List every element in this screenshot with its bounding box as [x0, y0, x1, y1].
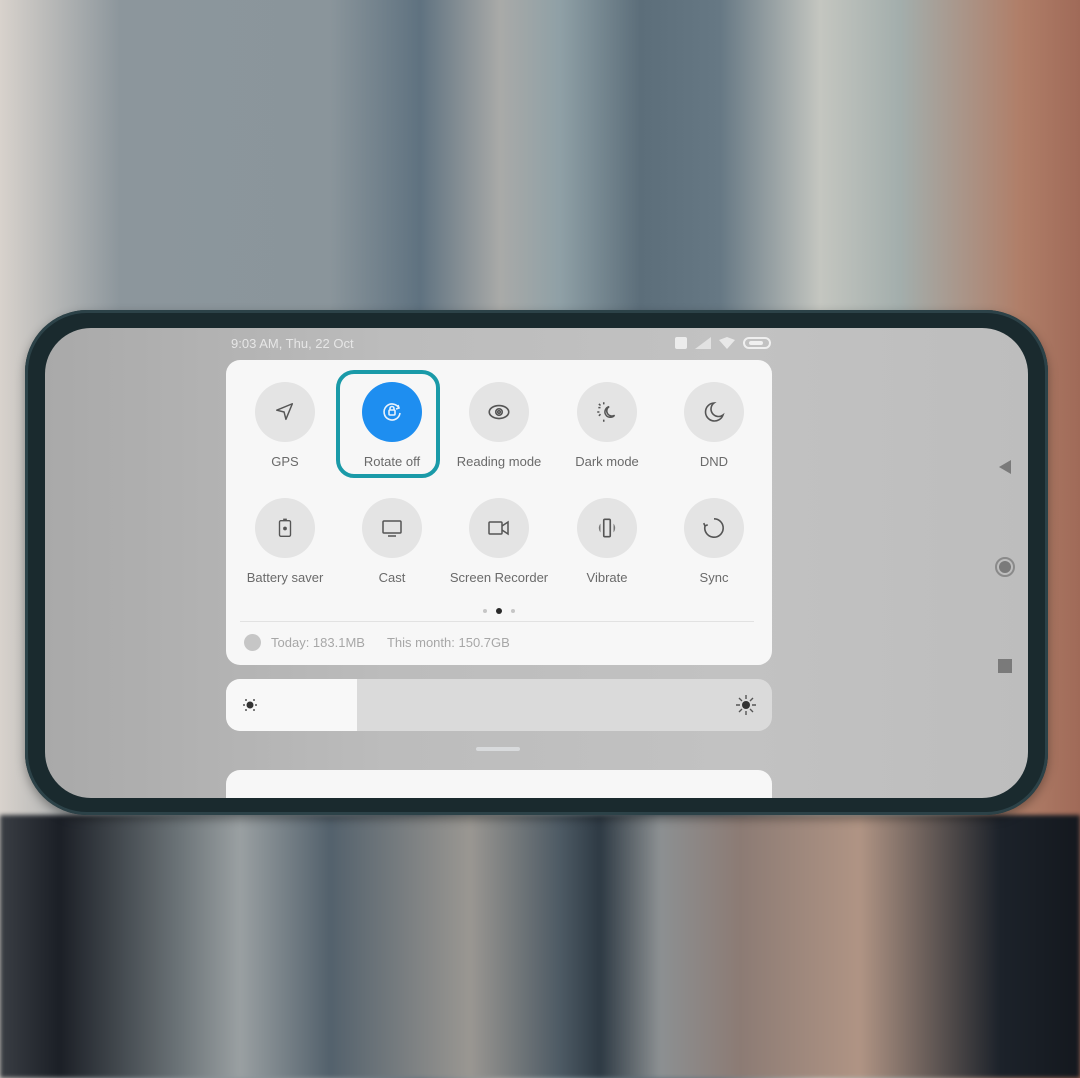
brightness-slider[interactable]: [226, 679, 772, 731]
data-usage-month: This month: 150.7GB: [386, 635, 510, 650]
brightness-low-icon: [243, 699, 257, 711]
sync-icon: [702, 517, 724, 538]
tile-reading-mode-label: Reading mode: [456, 454, 542, 469]
tile-vibrate[interactable]: Vibrate: [557, 498, 657, 598]
tile-dnd-button[interactable]: [684, 382, 744, 442]
vibrate-icon: [598, 518, 616, 538]
tile-dnd-label: DND: [699, 454, 729, 469]
divider: [240, 621, 754, 622]
phone-screen: 9:03 AM, Thu, 22 Oct GPS Rotate off Read…: [45, 328, 1028, 798]
notification-card[interactable]: [226, 770, 772, 798]
page-indicator[interactable]: [226, 608, 772, 614]
tile-reading-mode-button[interactable]: [469, 382, 529, 442]
page-dot-1[interactable]: [483, 609, 487, 613]
tile-battery-saver-label: Battery saver: [246, 570, 324, 585]
status-bar: 9:03 AM, Thu, 22 Oct: [231, 335, 771, 353]
sim-card-icon: [244, 634, 261, 651]
video-camera-icon: [488, 520, 509, 536]
data-usage-today: Today: 183.1MB: [271, 635, 365, 650]
eye-icon: [488, 404, 510, 420]
tile-gps-button[interactable]: [255, 382, 315, 442]
battery-icon: [743, 337, 771, 349]
page-dot-2-current[interactable]: [496, 608, 502, 614]
tile-cast-button[interactable]: [362, 498, 422, 558]
tile-sync-button[interactable]: [684, 498, 744, 558]
tile-highlight-outline: [336, 370, 440, 478]
tile-gps-label: GPS: [271, 454, 299, 469]
sim-icon: [675, 337, 687, 349]
tile-vibrate-button[interactable]: [577, 498, 637, 558]
status-time-date: 9:03 AM, Thu, 22 Oct: [231, 336, 354, 351]
navigation-bar: [995, 328, 1025, 798]
tile-screen-recorder-label: Screen Recorder: [449, 570, 549, 585]
drag-handle[interactable]: [476, 747, 520, 751]
tile-dark-mode-button[interactable]: [577, 382, 637, 442]
battery-saver-icon: [278, 518, 292, 537]
location-arrow-icon: [276, 403, 294, 421]
tile-dark-mode[interactable]: Dark mode: [557, 382, 657, 482]
home-icon[interactable]: [995, 557, 1015, 577]
tile-battery-saver[interactable]: Battery saver: [235, 498, 335, 598]
tile-reading-mode[interactable]: Reading mode: [449, 382, 549, 482]
tile-cast-label: Cast: [378, 570, 406, 585]
status-icons: [675, 337, 771, 349]
wifi-icon: [719, 337, 735, 349]
tile-screen-recorder[interactable]: Screen Recorder: [449, 498, 549, 598]
blurred-background: [0, 815, 1080, 1078]
quick-settings-panel: GPS Rotate off Reading mode Dark mode DN…: [226, 360, 772, 665]
brightness-high-icon: [736, 695, 756, 715]
recents-icon[interactable]: [998, 659, 1012, 673]
back-icon[interactable]: [999, 460, 1011, 474]
data-usage[interactable]: Today: 183.1MB This month: 150.7GB: [244, 634, 510, 651]
tile-screen-recorder-button[interactable]: [469, 498, 529, 558]
tile-battery-saver-button[interactable]: [255, 498, 315, 558]
tile-sync[interactable]: Sync: [664, 498, 764, 598]
monitor-icon: [382, 520, 402, 537]
moon-icon: [704, 402, 725, 422]
tile-dnd[interactable]: DND: [664, 382, 764, 482]
page-dot-3[interactable]: [511, 609, 515, 613]
tile-gps[interactable]: GPS: [235, 382, 335, 482]
tile-vibrate-label: Vibrate: [586, 570, 628, 585]
tile-cast[interactable]: Cast: [342, 498, 442, 598]
phone-device: 9:03 AM, Thu, 22 Oct GPS Rotate off Read…: [25, 310, 1048, 815]
tile-sync-label: Sync: [699, 570, 729, 585]
tile-dark-mode-label: Dark mode: [575, 454, 639, 469]
sun-moon-icon: [597, 402, 616, 422]
signal-icon: [695, 337, 711, 349]
